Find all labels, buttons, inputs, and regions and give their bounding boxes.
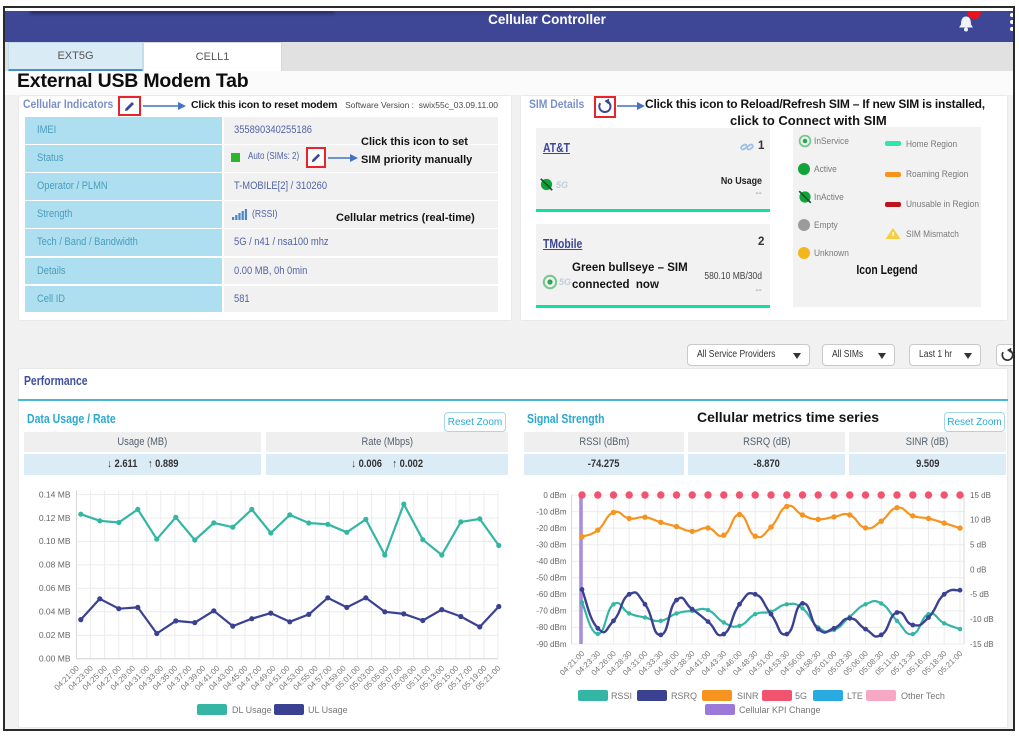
svg-text:-70 dBm: -70 dBm — [536, 607, 567, 616]
svg-text:0 dB: 0 dB — [970, 565, 986, 574]
svg-text:0.10 MB: 0.10 MB — [39, 536, 71, 546]
svg-text:10 dB: 10 dB — [970, 516, 991, 525]
svg-text:15 dB: 15 dB — [970, 491, 991, 500]
svg-text:0.00 MB: 0.00 MB — [39, 654, 71, 664]
svg-text:-15 dB: -15 dB — [970, 640, 994, 649]
svg-text:0 dBm: 0 dBm — [543, 491, 566, 500]
svg-text:-30 dBm: -30 dBm — [536, 541, 567, 550]
svg-text:0.06 MB: 0.06 MB — [39, 583, 71, 593]
svg-text:-50 dBm: -50 dBm — [536, 574, 567, 583]
svg-text:-10 dBm: -10 dBm — [536, 507, 567, 516]
svg-text:-90 dBm: -90 dBm — [536, 640, 567, 649]
svg-text:-40 dBm: -40 dBm — [536, 557, 567, 566]
svg-text:0.08 MB: 0.08 MB — [39, 560, 71, 570]
svg-text:0.12 MB: 0.12 MB — [39, 513, 71, 523]
svg-text:0.02 MB: 0.02 MB — [39, 630, 71, 640]
svg-text:-60 dBm: -60 dBm — [536, 590, 567, 599]
svg-text:-20 dBm: -20 dBm — [536, 524, 567, 533]
svg-text:-10 dB: -10 dB — [970, 615, 994, 624]
svg-text:-5 dB: -5 dB — [970, 590, 989, 599]
svg-text:0.04 MB: 0.04 MB — [39, 607, 71, 617]
svg-text:0.14 MB: 0.14 MB — [39, 489, 71, 499]
svg-text:-80 dBm: -80 dBm — [536, 623, 567, 632]
svg-text:5 dB: 5 dB — [970, 541, 986, 550]
